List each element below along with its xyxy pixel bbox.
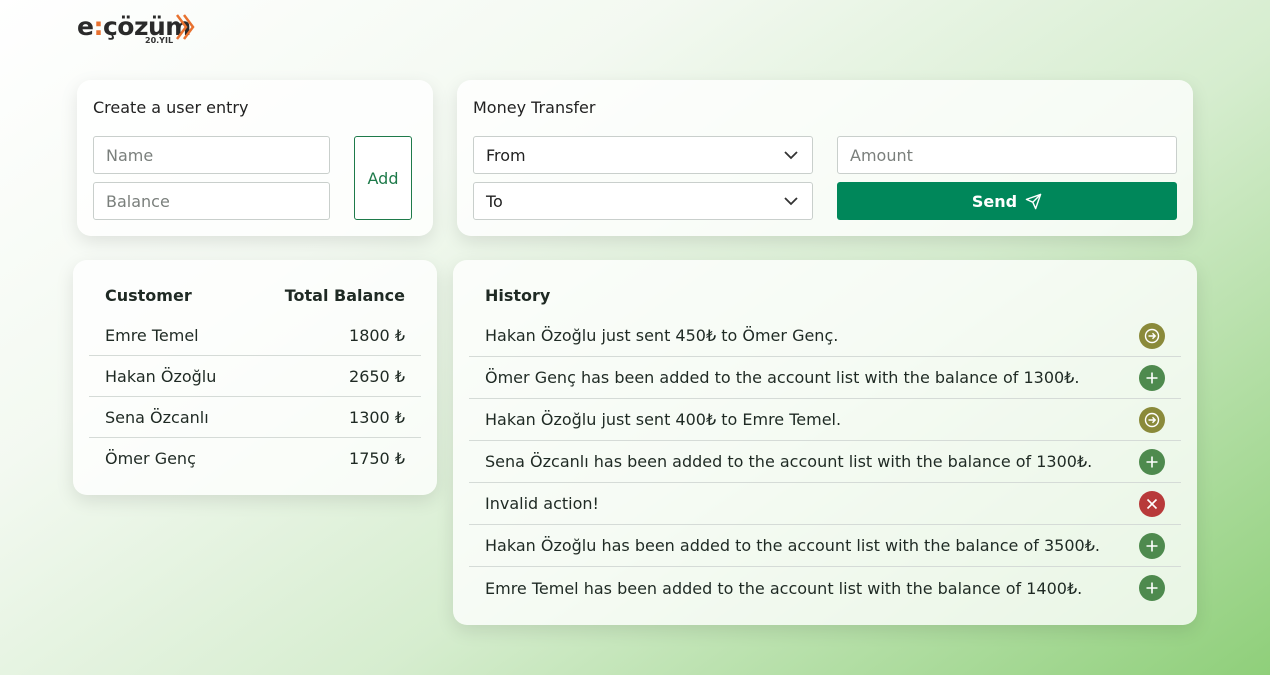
money-transfer-title: Money Transfer (473, 98, 596, 117)
customers-table-header: Customer Total Balance (105, 286, 405, 305)
plus-icon (1139, 448, 1165, 475)
brand-logo: e:çözüm 20.YIL (77, 8, 207, 48)
plus-icon (1139, 364, 1165, 391)
paper-plane-icon (1025, 193, 1042, 209)
user-entry-title: Create a user entry (93, 98, 249, 117)
from-select[interactable]: From (473, 136, 813, 174)
list-item: Ömer Genç has been added to the account … (469, 357, 1181, 399)
balance-input[interactable] (93, 182, 330, 220)
logo-chevrons-icon (176, 14, 195, 40)
close-icon (1139, 490, 1165, 517)
chevron-down-icon (784, 196, 798, 205)
customer-name: Sena Özcanlı (105, 407, 209, 427)
list-item: Sena Özcanlı has been added to the accou… (469, 441, 1181, 483)
send-button-label: Send (971, 191, 1018, 211)
arrow-right-icon (1139, 322, 1165, 349)
plus-icon (1139, 532, 1165, 559)
name-input[interactable] (93, 136, 330, 174)
money-transfer-card: Money Transfer From To Send (457, 80, 1193, 236)
to-select-value: To (486, 191, 503, 211)
customer-balance: 1300 ₺ (349, 407, 405, 427)
list-item: Hakan Özoğlu just sent 400₺ to Emre Teme… (469, 399, 1181, 441)
customer-name: Hakan Özoğlu (105, 366, 217, 386)
history-text: Sena Özcanlı has been added to the accou… (485, 452, 1093, 471)
history-card: History Hakan Özoğlu just sent 450₺ to Ö… (453, 260, 1197, 625)
customer-name: Emre Temel (105, 325, 199, 345)
list-item: Emre Temel has been added to the account… (469, 567, 1181, 609)
customer-name: Ömer Genç (105, 449, 196, 468)
add-button[interactable]: Add (354, 136, 412, 220)
history-text: Invalid action! (485, 494, 599, 513)
history-text: Hakan Özoğlu has been added to the accou… (485, 536, 1100, 555)
table-row: Emre Temel 1800 ₺ (89, 315, 421, 356)
balance-column-header: Total Balance (284, 286, 405, 305)
history-text: Ömer Genç has been added to the account … (485, 368, 1080, 387)
from-select-value: From (486, 145, 526, 165)
arrow-right-icon (1139, 406, 1165, 433)
table-row: Ömer Genç 1750 ₺ (89, 438, 421, 479)
customer-balance: 2650 ₺ (349, 366, 405, 386)
customer-column-header: Customer (105, 286, 192, 305)
history-text: Emre Temel has been added to the account… (485, 578, 1083, 598)
table-row: Hakan Özoğlu 2650 ₺ (89, 356, 421, 397)
logo-subtitle: 20.YIL (145, 36, 174, 45)
logo-wordmark: e:çözüm (77, 12, 191, 41)
plus-icon (1139, 575, 1165, 601)
customer-balance: 1800 ₺ (349, 325, 405, 345)
history-text: Hakan Özoğlu just sent 400₺ to Emre Teme… (485, 410, 842, 429)
send-button[interactable]: Send (837, 182, 1177, 220)
list-item: Invalid action! (469, 483, 1181, 525)
history-title: History (485, 286, 551, 305)
list-item: Hakan Özoğlu just sent 450₺ to Ömer Genç… (469, 315, 1181, 357)
to-select[interactable]: To (473, 182, 813, 220)
customers-card: Customer Total Balance Emre Temel 1800 ₺… (73, 260, 437, 495)
user-entry-card: Create a user entry Add (77, 80, 433, 236)
history-text: Hakan Özoğlu just sent 450₺ to Ömer Genç… (485, 326, 839, 345)
table-row: Sena Özcanlı 1300 ₺ (89, 397, 421, 438)
customer-balance: 1750 ₺ (349, 449, 405, 468)
chevron-down-icon (784, 150, 798, 159)
list-item: Hakan Özoğlu has been added to the accou… (469, 525, 1181, 567)
amount-input[interactable] (837, 136, 1177, 174)
